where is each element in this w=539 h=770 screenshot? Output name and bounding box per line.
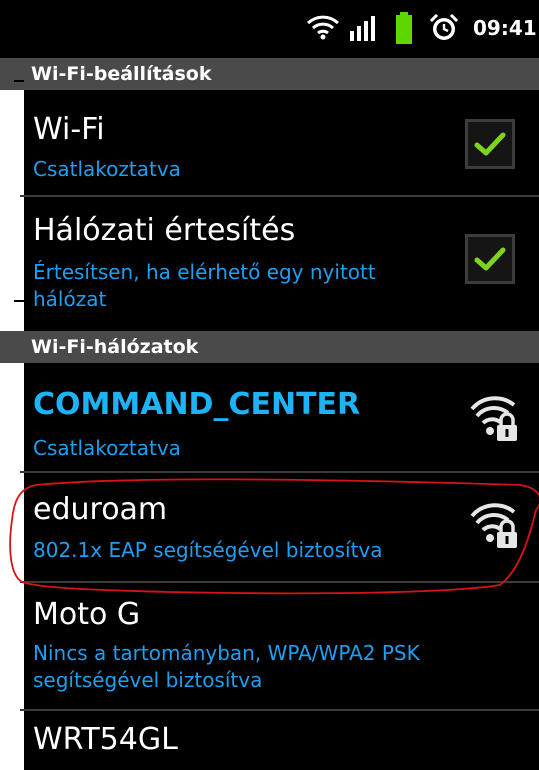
secured-wifi-icon <box>470 395 522 443</box>
network-notification-title: Hálózati értesítés <box>33 213 296 248</box>
signal-icon <box>350 15 376 45</box>
network-name: WRT54GL <box>33 722 178 757</box>
network-notification-row[interactable]: Hálózati értesítés Értesítsen, ha elérhe… <box>0 196 539 326</box>
status-time: 09:41 <box>473 16 537 40</box>
wifi-icon <box>306 13 340 45</box>
network-status: Csatlakoztatva <box>33 436 181 460</box>
wifi-status: Csatlakoztatva <box>33 157 181 181</box>
network-item[interactable]: Moto G Nincs a tartományban, WPA/WPA2 PS… <box>0 582 539 707</box>
screen: 09:41 Wi-Fi-beállítások Wi-Fi Csatlakozt… <box>0 0 539 770</box>
network-notification-checkbox[interactable] <box>465 234 515 284</box>
wifi-toggle-title: Wi-Fi <box>33 112 105 147</box>
network-item[interactable]: COMMAND_CENTER Csatlakoztatva <box>0 363 539 470</box>
network-notification-desc-line2: hálózat <box>33 287 107 311</box>
edge-mark <box>14 80 24 82</box>
network-name: COMMAND_CENTER <box>33 387 361 422</box>
network-status: 802.1x EAP segítségével biztosítva <box>33 538 383 562</box>
network-status-line1: Nincs a tartományban, WPA/WPA2 PSK <box>33 641 420 665</box>
wifi-toggle-row[interactable]: Wi-Fi Csatlakoztatva <box>0 90 539 191</box>
checkmark-icon <box>474 132 506 156</box>
network-name: Moto G <box>33 597 141 632</box>
battery-icon <box>396 12 412 48</box>
edge-mark <box>14 300 24 302</box>
network-notification-desc-line1: Értesítsen, ha elérhető egy nyitott <box>33 260 376 284</box>
wifi-settings-header: Wi-Fi-beállítások <box>0 58 539 90</box>
secured-wifi-icon <box>470 502 522 550</box>
network-item[interactable]: eduroam 802.1x EAP segítségével biztosít… <box>0 472 539 579</box>
wifi-checkbox[interactable] <box>465 119 515 169</box>
network-item[interactable]: WRT54GL <box>0 710 539 770</box>
network-status-line2: segítségével biztosítva <box>33 668 263 692</box>
network-name: eduroam <box>33 492 168 527</box>
wifi-networks-header: Wi-Fi-hálózatok <box>0 331 539 363</box>
status-bar: 09:41 <box>0 0 539 58</box>
alarm-icon <box>429 13 459 46</box>
checkmark-icon <box>474 247 506 271</box>
